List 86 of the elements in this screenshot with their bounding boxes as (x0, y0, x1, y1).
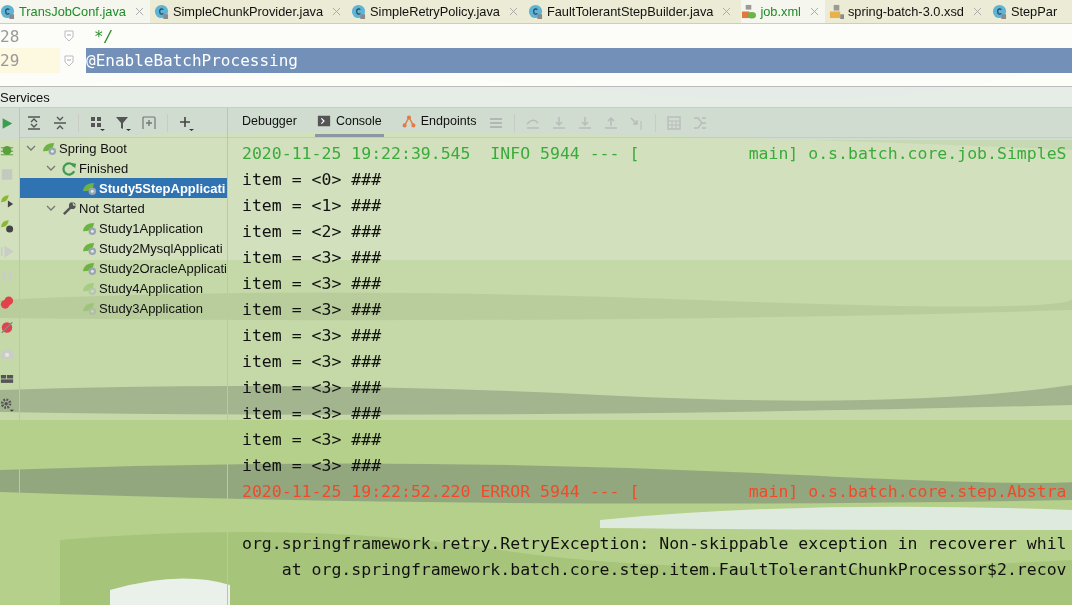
xsd-file-icon (828, 4, 844, 19)
tree-item[interactable]: Study4Application (20, 278, 227, 298)
spring-leaf-icon (42, 140, 57, 156)
log-line: item = <3> ### (242, 273, 382, 293)
close-icon[interactable] (508, 7, 518, 16)
class-file-icon (527, 4, 543, 19)
tree-item[interactable]: Study5StepApplicati (20, 178, 227, 198)
rerun-icon (62, 160, 77, 176)
leaf-bug-icon[interactable] (0, 218, 14, 233)
spring-leaf-icon (82, 180, 97, 196)
spring-leaf-icon (82, 280, 97, 296)
tree-item[interactable]: Study2MysqlApplicati (20, 238, 227, 258)
step-out-icon[interactable] (603, 114, 620, 131)
editor-tab[interactable]: job.xml (741, 0, 825, 23)
close-icon[interactable] (332, 7, 342, 16)
log-line: item = <3> ### (242, 247, 382, 267)
log-line: item = <0> ### (242, 169, 382, 189)
log-line: org.springframework.retry.RetryException: Non-skippable exception in recoverer whil (242, 533, 1067, 553)
group-icon[interactable] (89, 114, 105, 131)
resume-icon[interactable] (0, 243, 14, 259)
log-line: 2020-11-25 19:22:39.545 INFO 5944 --- [ main] o.s.batch.core.job.SimpleS (242, 143, 1067, 163)
log-line: item = <1> ### (242, 195, 382, 215)
console-tab[interactable]: Console (314, 108, 384, 137)
tree-item[interactable]: Not Started (20, 198, 227, 218)
log-line: item = <3> ### (242, 351, 382, 371)
class-file-icon (351, 4, 367, 19)
log-line: item = <3> ### (242, 429, 382, 449)
close-icon[interactable] (972, 7, 982, 16)
tree-item[interactable]: Finished (20, 158, 227, 178)
editor-tab[interactable]: StepPar (991, 0, 1064, 23)
force-step-into-icon[interactable] (577, 114, 594, 131)
expand-all-icon[interactable] (26, 114, 42, 131)
code-line: */ (94, 26, 114, 46)
xml-file-icon (741, 4, 757, 19)
tree-item[interactable]: Study3Application (20, 298, 227, 318)
filter-icon[interactable] (115, 114, 131, 131)
mute-breakpoints-icon[interactable] (0, 320, 14, 335)
settings-icon[interactable] (0, 396, 14, 412)
console-icon (316, 114, 331, 128)
close-icon[interactable] (722, 7, 732, 16)
line-number: 29 (0, 48, 60, 73)
log-line: at org.springframework.batch.core.step.item.FaultTolerantChunkProcessor$2.recov (280, 559, 1067, 579)
code-line: @EnableBatchProcessing (86, 51, 298, 70)
log-line: item = <3> ### (242, 325, 382, 345)
class-file-icon (153, 4, 169, 19)
console-tab[interactable]: Endpoints (399, 108, 479, 137)
log-line: item = <2> ### (242, 221, 382, 241)
spring-leaf-icon (82, 260, 97, 276)
log-line: item = <3> ### (242, 377, 382, 397)
add-icon[interactable] (178, 114, 194, 131)
trace-icon[interactable] (692, 114, 709, 131)
breakpoints-icon[interactable] (0, 294, 14, 310)
spring-leaf-icon (82, 300, 97, 316)
run-icon[interactable] (0, 116, 14, 131)
spring-leaf-icon (82, 220, 97, 236)
class-file-icon (991, 4, 1007, 19)
tree-item[interactable]: Study1Application (20, 218, 227, 238)
tree-item[interactable]: Study2OracleApplicati (20, 258, 227, 278)
log-line: item = <3> ### (242, 403, 382, 423)
wrench-icon (62, 200, 77, 216)
close-icon[interactable] (809, 7, 819, 16)
editor-tab[interactable]: FaultTolerantStepBuilder.java (527, 0, 738, 23)
pause-icon[interactable] (0, 269, 14, 284)
tree-item[interactable]: Spring Boot (20, 138, 227, 158)
editor-tab[interactable]: TransJobConf.java (0, 0, 150, 23)
console-tab[interactable]: Debugger (240, 108, 299, 137)
class-file-icon (0, 4, 15, 19)
spring-leaf-icon (82, 240, 97, 256)
line-number: 28 (0, 25, 21, 48)
editor-tab[interactable]: SimpleRetryPolicy.java (351, 0, 524, 23)
editor-tab[interactable]: SimpleChunkProvider.java (153, 0, 348, 23)
chevron-icon[interactable] (46, 203, 56, 213)
collapse-all-icon[interactable] (52, 114, 68, 131)
leaf-run-icon[interactable] (0, 192, 14, 208)
log-line: item = <3> ### (242, 299, 382, 319)
add-frame-icon[interactable] (141, 114, 157, 131)
editor-tab[interactable]: spring-batch-3.0.xsd (828, 0, 988, 23)
fold-marker-icon[interactable] (64, 54, 74, 67)
close-icon[interactable] (134, 7, 144, 16)
endpoints-icon (401, 114, 416, 128)
log-line: 2020-11-25 19:22:52.220 ERROR 5944 --- [ main] o.s.batch.core.step.Abstra (242, 481, 1067, 501)
step-into-icon[interactable] (551, 114, 568, 131)
panel-title: Services (0, 89, 50, 105)
log-line: item = <3> ### (242, 455, 382, 475)
evaluate-icon[interactable] (666, 114, 683, 131)
fold-marker-icon[interactable] (64, 30, 74, 42)
